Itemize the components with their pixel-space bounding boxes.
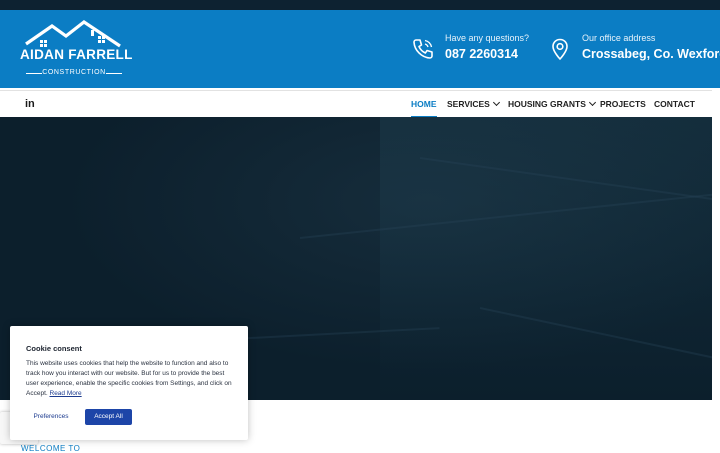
cookie-consent-dialog: Cookie consent This website uses cookies…: [10, 326, 248, 440]
page-edge: [712, 117, 720, 450]
nav-projects-label: PROJECTS: [600, 99, 646, 109]
chevron-down-icon: [588, 98, 596, 107]
accept-all-button[interactable]: Accept All: [85, 409, 132, 425]
nav-home-label: HOME: [411, 99, 437, 109]
location-pin-icon: [552, 38, 568, 61]
nav-projects[interactable]: PROJECTS: [600, 91, 646, 118]
phone-icon: [413, 39, 433, 59]
house-roof-icon: [25, 20, 121, 48]
nav-housing-grants-label: HOUSING GRANTS: [508, 99, 586, 109]
top-strip: [0, 0, 720, 10]
nav-home[interactable]: HOME: [411, 91, 437, 118]
logo[interactable]: AIDAN FARRELL CONSTRUCTION: [20, 20, 133, 80]
cookie-body: This website uses cookies that help the …: [26, 359, 238, 399]
brand-name: AIDAN FARRELL: [20, 47, 133, 62]
phone-number[interactable]: 087 2260314: [445, 47, 518, 61]
read-more-link[interactable]: Read More: [50, 390, 82, 397]
address-value: Crossabeg, Co. Wexford: [582, 47, 720, 61]
chevron-down-icon: [492, 98, 500, 107]
welcome-heading: WELCOME TO: [21, 444, 81, 453]
nav-contact-label: CONTACT: [654, 99, 695, 109]
nav-housing-grants[interactable]: HOUSING GRANTS: [508, 91, 596, 118]
cookie-title: Cookie consent: [26, 344, 82, 353]
main-nav: in HOME SERVICES HOUSING GRANTS PROJECTS…: [0, 90, 712, 118]
nav-services[interactable]: SERVICES: [447, 91, 500, 118]
nav-services-label: SERVICES: [447, 99, 490, 109]
phone-label: Have any questions?: [445, 33, 530, 43]
site-header: AIDAN FARRELL CONSTRUCTION Have any ques…: [0, 10, 720, 88]
address-label: Our office address: [582, 33, 656, 43]
preferences-button[interactable]: Preferences: [26, 409, 76, 425]
nav-contact[interactable]: CONTACT: [654, 91, 695, 118]
logo-rule-right: [106, 73, 122, 74]
linkedin-icon[interactable]: in: [25, 98, 35, 110]
